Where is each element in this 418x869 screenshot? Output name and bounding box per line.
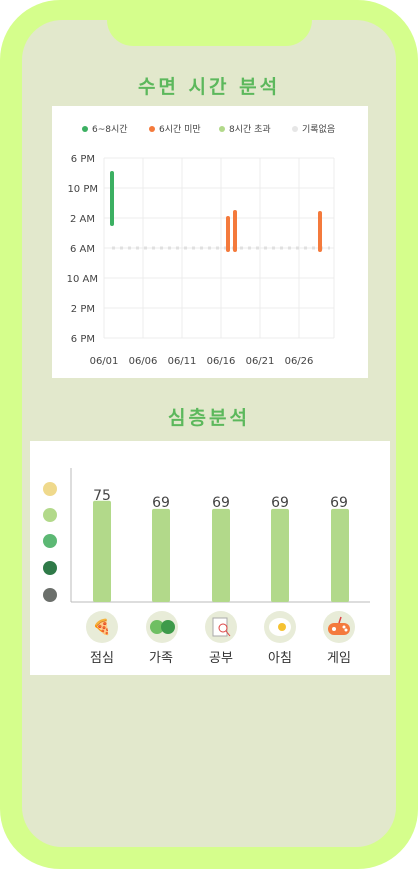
deep-bar-chart (70, 468, 370, 603)
category-label: 점심 (90, 651, 114, 666)
bar-value: 69 (152, 495, 170, 511)
category-label: 게임 (327, 651, 351, 666)
bar-value: 69 (271, 495, 289, 511)
family-icon[interactable] (146, 611, 178, 643)
category-label: 가족 (149, 651, 173, 666)
study-icon[interactable] (205, 611, 237, 643)
bar-점심 (93, 500, 111, 602)
bar-value: 75 (93, 488, 111, 504)
bar-게임 (331, 508, 349, 602)
bar-아침 (271, 508, 289, 602)
category-label: 아침 (268, 651, 292, 666)
bar-value: 69 (330, 495, 348, 511)
pizza-icon[interactable]: 🍕 (86, 611, 118, 643)
egg-icon[interactable] (264, 611, 296, 643)
category-label: 공부 (209, 651, 233, 666)
bar-가족 (152, 508, 170, 602)
gamepad-icon[interactable] (323, 611, 355, 643)
bar-공부 (212, 508, 230, 602)
bar-value: 69 (212, 495, 230, 511)
